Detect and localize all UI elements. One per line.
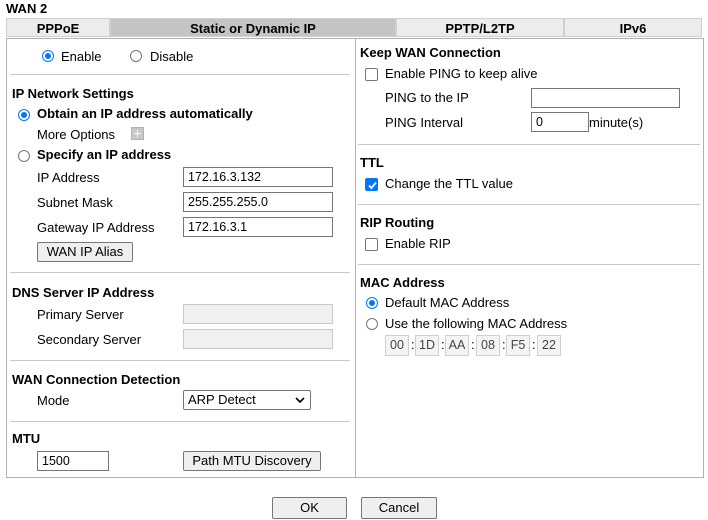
enable-label: Enable xyxy=(61,49,102,64)
specify-ip-label: Specify an IP address xyxy=(37,147,172,162)
tab-pptp-l2tp[interactable]: PPTP/L2TP xyxy=(396,18,564,37)
mac-octet-input[interactable]: F5 xyxy=(506,335,530,356)
divider xyxy=(358,264,700,265)
ping-interval-unit: minute(s) xyxy=(589,115,644,130)
divider xyxy=(10,360,350,361)
enable-rip-label: Enable RIP xyxy=(385,236,451,251)
disable-radio[interactable] xyxy=(130,50,142,62)
gateway-ip-input[interactable]: 172.16.3.1 xyxy=(183,217,333,237)
ping-interval-input[interactable]: 0 xyxy=(531,112,589,132)
path-mtu-discovery-button[interactable]: Path MTU Discovery xyxy=(183,451,321,471)
disable-label: Disable xyxy=(150,49,194,64)
following-mac-label: Use the following MAC Address xyxy=(385,316,568,331)
enable-radio[interactable] xyxy=(42,50,54,62)
rip-title: RIP Routing xyxy=(360,215,435,230)
mode-label: Mode xyxy=(37,393,70,408)
mac-octet-input[interactable]: AA xyxy=(445,335,469,356)
mac-octet-input[interactable]: 22 xyxy=(537,335,561,356)
ping-to-ip-input[interactable] xyxy=(531,88,680,108)
right-column: Keep WAN Connection Enable PING to keep … xyxy=(356,39,703,477)
enable-ping-label: Enable PING to keep alive xyxy=(385,66,538,81)
mode-select[interactable]: ARP Detect xyxy=(183,390,311,410)
wan-ip-alias-button[interactable]: WAN IP Alias xyxy=(37,242,133,262)
change-ttl-label: Change the TTL value xyxy=(385,176,513,191)
following-mac-radio[interactable] xyxy=(366,318,378,330)
secondary-dns-label: Secondary Server xyxy=(37,332,142,347)
checkmark-icon xyxy=(368,181,377,190)
ip-address-input[interactable]: 172.16.3.132 xyxy=(183,167,333,187)
change-ttl-checkbox[interactable] xyxy=(365,178,378,191)
plus-icon[interactable] xyxy=(131,127,144,140)
mac-octet-input[interactable]: 00 xyxy=(385,335,409,356)
secondary-dns-input[interactable] xyxy=(183,329,333,349)
divider xyxy=(10,74,350,75)
ttl-title: TTL xyxy=(360,155,384,170)
mac-octet-input[interactable]: 1D xyxy=(415,335,439,356)
default-mac-radio[interactable] xyxy=(366,297,378,309)
obtain-ip-label: Obtain an IP address automatically xyxy=(37,106,253,121)
enable-rip-checkbox[interactable] xyxy=(365,238,378,251)
more-options-link[interactable]: More Options xyxy=(37,127,115,142)
mac-title: MAC Address xyxy=(360,275,445,290)
mtu-title: MTU xyxy=(12,431,41,446)
mode-select-value: ARP Detect xyxy=(188,392,256,407)
divider xyxy=(358,144,700,145)
detection-title: WAN Connection Detection xyxy=(12,372,181,387)
keep-wan-title: Keep WAN Connection xyxy=(360,45,501,60)
subnet-mask-label: Subnet Mask xyxy=(37,195,113,210)
obtain-ip-radio[interactable] xyxy=(18,109,30,121)
mac-octet-input[interactable]: 08 xyxy=(476,335,500,356)
ip-settings-title: IP Network Settings xyxy=(12,86,134,101)
ok-button[interactable]: OK xyxy=(272,497,347,519)
ping-interval-label: PING Interval xyxy=(385,115,464,130)
primary-dns-input[interactable] xyxy=(183,304,333,324)
dns-title: DNS Server IP Address xyxy=(12,285,155,300)
tab-static-dynamic-ip[interactable]: Static or Dynamic IP xyxy=(110,18,396,37)
ping-to-ip-label: PING to the IP xyxy=(385,90,469,105)
ip-address-label: IP Address xyxy=(37,170,100,185)
default-mac-label: Default MAC Address xyxy=(385,295,510,310)
gateway-ip-label: Gateway IP Address xyxy=(37,220,155,235)
mtu-input[interactable]: 1500 xyxy=(37,451,109,471)
enable-ping-checkbox[interactable] xyxy=(365,68,378,81)
page-title: WAN 2 xyxy=(6,1,48,16)
specify-ip-radio[interactable] xyxy=(18,150,30,162)
primary-dns-label: Primary Server xyxy=(37,307,124,322)
divider xyxy=(10,272,350,273)
tab-pppoe[interactable]: PPPoE xyxy=(6,18,110,37)
subnet-mask-input[interactable]: 255.255.255.0 xyxy=(183,192,333,212)
divider xyxy=(358,204,700,205)
cancel-button[interactable]: Cancel xyxy=(361,497,437,519)
settings-panel: Enable Disable IP Network Settings Obtai… xyxy=(6,38,704,478)
tab-bar: PPPoE Static or Dynamic IP PPTP/L2TP IPv… xyxy=(6,18,702,38)
divider xyxy=(10,421,350,422)
mac-separator: : xyxy=(471,337,475,352)
tab-ipv6[interactable]: IPv6 xyxy=(564,18,702,37)
chevron-down-icon xyxy=(295,397,305,404)
left-column: Enable Disable IP Network Settings Obtai… xyxy=(7,39,356,477)
mac-separator: : xyxy=(532,337,536,352)
